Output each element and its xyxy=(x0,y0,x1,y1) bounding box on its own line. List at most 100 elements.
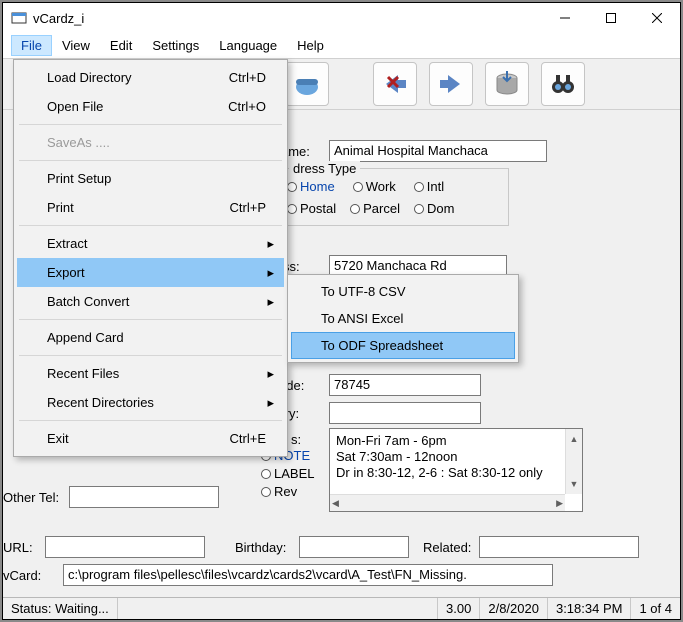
menu-settings[interactable]: Settings xyxy=(142,35,209,56)
radio-dot-icon xyxy=(261,469,271,479)
chevron-right-icon: ▶ xyxy=(554,493,565,512)
menu-view[interactable]: View xyxy=(52,35,100,56)
close-button[interactable] xyxy=(634,3,680,33)
radio-dot-icon xyxy=(350,204,360,214)
radio-dot-icon xyxy=(353,182,363,192)
address-type-legend: dress Type xyxy=(289,161,360,176)
radio-dot-icon xyxy=(414,182,424,192)
export-submenu: To UTF-8 CSV To ANSI Excel To ODF Spread… xyxy=(287,274,519,363)
menu-file[interactable]: File xyxy=(11,35,52,56)
menu-print[interactable]: PrintCtrl+P xyxy=(17,193,284,222)
radio-dot-icon xyxy=(287,204,297,214)
file-menu-dropdown: Load DirectoryCtrl+D Open FileCtrl+O Sav… xyxy=(13,59,288,457)
chevron-right-icon: ▸ xyxy=(267,236,274,252)
submenu-utf8-csv[interactable]: To UTF-8 CSV xyxy=(291,278,515,305)
drive-icon xyxy=(492,69,522,99)
radio-parcel[interactable]: Parcel xyxy=(350,201,400,216)
radio-label[interactable]: LABEL xyxy=(261,466,314,481)
forward-arrow-icon xyxy=(436,69,466,99)
menu-edit[interactable]: Edit xyxy=(100,35,142,56)
menu-separator xyxy=(19,160,282,161)
related-field[interactable] xyxy=(479,536,639,558)
menu-separator xyxy=(19,124,282,125)
menu-batch-convert[interactable]: Batch Convert▸ xyxy=(17,287,284,316)
menu-print-setup[interactable]: Print Setup xyxy=(17,164,284,193)
save-drive-button[interactable] xyxy=(485,62,529,106)
phone-button[interactable] xyxy=(285,62,329,106)
name-field[interactable]: Animal Hospital Manchaca xyxy=(329,140,547,162)
status-text: Status: Waiting... xyxy=(3,598,118,619)
menu-recent-directories[interactable]: Recent Directories▸ xyxy=(17,388,284,417)
chevron-left-icon: ◀ xyxy=(330,493,341,512)
s-label: s: xyxy=(291,432,301,447)
menu-recent-files[interactable]: Recent Files▸ xyxy=(17,359,284,388)
submenu-odf-spreadsheet[interactable]: To ODF Spreadsheet xyxy=(291,332,515,359)
app-icon xyxy=(11,10,27,26)
other-tel-label: Other Tel: xyxy=(3,490,59,505)
status-version: 3.00 xyxy=(438,598,480,619)
address-type-group: dress Type Home Work Intl Postal Parcel … xyxy=(276,168,509,226)
radio-rev[interactable]: Rev xyxy=(261,484,314,499)
status-position: 1 of 4 xyxy=(631,598,680,619)
horizontal-scrollbar[interactable]: ◀▶ xyxy=(330,494,565,511)
app-window: vCardz_i File View Edit Settings Languag… xyxy=(2,2,681,620)
phone-icon xyxy=(292,69,322,99)
url-field[interactable] xyxy=(45,536,205,558)
delete-button[interactable] xyxy=(373,62,417,106)
menu-exit[interactable]: ExitCtrl+E xyxy=(17,424,284,453)
radio-dot-icon xyxy=(414,204,424,214)
radio-dot-icon xyxy=(261,487,271,497)
forward-button[interactable] xyxy=(429,62,473,106)
related-label: Related: xyxy=(423,540,471,555)
hours-line: Dr in 8:30-12, 2-6 : Sat 8:30-12 only xyxy=(336,465,576,481)
vertical-scrollbar[interactable]: ▲▼ xyxy=(565,429,582,494)
menu-save-as: SaveAs .... xyxy=(17,128,284,157)
url-label: URL: xyxy=(3,540,33,555)
radio-dom[interactable]: Dom xyxy=(414,201,454,216)
hours-line: Mon-Fri 7am - 6pm xyxy=(336,433,576,449)
search-button[interactable] xyxy=(541,62,585,106)
menu-load-directory[interactable]: Load DirectoryCtrl+D xyxy=(17,63,284,92)
chevron-right-icon: ▸ xyxy=(267,395,274,411)
menu-export[interactable]: Export▸ xyxy=(17,258,284,287)
menu-extract[interactable]: Extract▸ xyxy=(17,229,284,258)
vcard-label: vCard: xyxy=(3,568,41,583)
other-tel-field[interactable] xyxy=(69,486,219,508)
radio-postal[interactable]: Postal xyxy=(287,201,336,216)
chevron-up-icon: ▲ xyxy=(568,429,581,449)
binoculars-icon xyxy=(548,69,578,99)
chevron-right-icon: ▸ xyxy=(267,265,274,281)
statusbar: Status: Waiting... 3.00 2/8/2020 3:18:34… xyxy=(3,597,680,619)
vcard-field[interactable]: c:\program files\pellesc\files\vcardz\ca… xyxy=(63,564,553,586)
menubar: File View Edit Settings Language Help xyxy=(3,33,680,58)
submenu-ansi-excel[interactable]: To ANSI Excel xyxy=(291,305,515,332)
menu-append-card[interactable]: Append Card xyxy=(17,323,284,352)
menu-separator xyxy=(19,355,282,356)
minimize-button[interactable] xyxy=(542,3,588,33)
window-title: vCardz_i xyxy=(33,11,542,26)
titlebar: vCardz_i xyxy=(3,3,680,33)
menu-separator xyxy=(19,420,282,421)
radio-work[interactable]: Work xyxy=(353,179,396,194)
hours-line: Sat 7:30am - 12noon xyxy=(336,449,576,465)
radio-dot-icon xyxy=(287,182,297,192)
radio-home[interactable]: Home xyxy=(287,179,335,194)
hours-textarea[interactable]: Mon-Fri 7am - 6pm Sat 7:30am - 12noon Dr… xyxy=(329,428,583,512)
menu-open-file[interactable]: Open FileCtrl+O xyxy=(17,92,284,121)
status-time: 3:18:34 PM xyxy=(548,598,632,619)
menu-separator xyxy=(19,225,282,226)
chevron-right-icon: ▸ xyxy=(267,294,274,310)
status-date: 2/8/2020 xyxy=(480,598,548,619)
birthday-field[interactable] xyxy=(299,536,409,558)
menu-help[interactable]: Help xyxy=(287,35,334,56)
chevron-down-icon: ▼ xyxy=(568,474,581,494)
chevron-right-icon: ▸ xyxy=(267,366,274,382)
menu-separator xyxy=(19,319,282,320)
country-field[interactable] xyxy=(329,402,481,424)
delete-arrow-icon xyxy=(380,69,410,99)
menu-language[interactable]: Language xyxy=(209,35,287,56)
birthday-label: Birthday: xyxy=(235,540,286,555)
radio-intl[interactable]: Intl xyxy=(414,179,444,194)
maximize-button[interactable] xyxy=(588,3,634,33)
code-field[interactable]: 78745 xyxy=(329,374,481,396)
